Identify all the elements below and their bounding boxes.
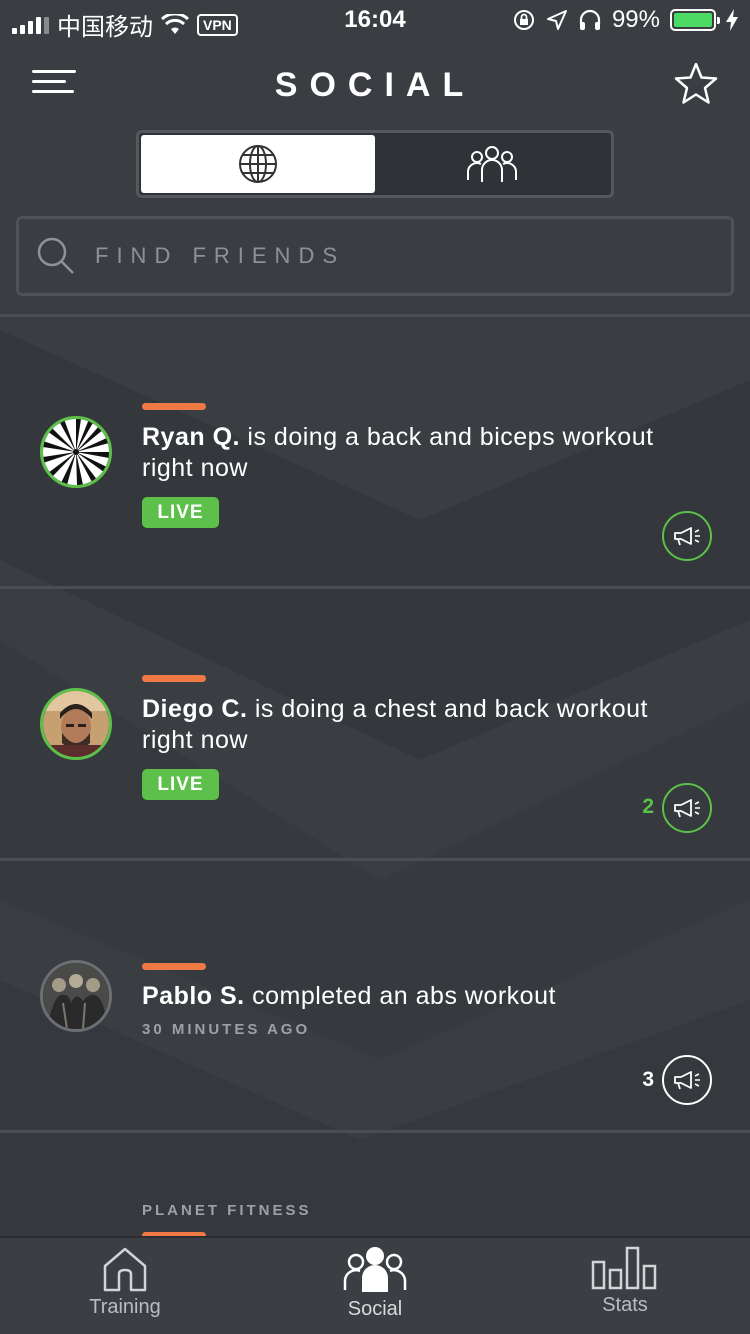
home-icon: [103, 1247, 147, 1292]
tab-friends[interactable]: [375, 135, 609, 193]
search-bar: [16, 216, 734, 296]
tab-stats[interactable]: Stats: [500, 1238, 750, 1334]
social-group-icon: [343, 1247, 407, 1292]
activity-text: completed an abs workout: [244, 982, 556, 1010]
user-name[interactable]: Pablo S.: [142, 982, 245, 1010]
tab-label: Stats: [602, 1294, 648, 1316]
header: SOCIAL: [0, 50, 750, 120]
accent-bar: [142, 963, 206, 970]
timestamp: 30 MINUTES AGO: [142, 1021, 311, 1038]
battery-percent: 99%: [611, 6, 660, 33]
hype-button[interactable]: [662, 783, 712, 833]
live-badge: LIVE: [142, 497, 219, 528]
tab-label: Training: [89, 1296, 161, 1318]
location-icon: [546, 10, 567, 30]
megaphone-icon: [674, 799, 700, 818]
tab-global[interactable]: [141, 135, 375, 193]
user-name[interactable]: Diego C.: [142, 695, 247, 723]
status-bar: 中国移动 VPN 16:04 99%: [0, 0, 750, 41]
page-title: SOCIAL: [274, 66, 476, 104]
avatar-image: [43, 963, 109, 1029]
hype-count: 3: [642, 1068, 654, 1091]
charging-icon: [726, 9, 738, 31]
feed-scope-segmented-control: [136, 130, 614, 198]
hype-button[interactable]: [662, 1055, 712, 1105]
battery-icon: [670, 9, 720, 31]
section-label: PLANET FITNESS: [142, 1202, 312, 1219]
feed-text: Diego C. is doing a chest and back worko…: [142, 694, 702, 756]
megaphone-icon: [674, 527, 700, 546]
tab-social[interactable]: Social: [250, 1238, 500, 1334]
tab-bar: Training Social Stats: [0, 1236, 750, 1334]
live-badge: LIVE: [142, 769, 219, 800]
hype-count: 2: [642, 795, 654, 818]
accent-bar: [142, 403, 206, 410]
feed-text: Pablo S. completed an abs workout: [142, 981, 702, 1012]
avatar[interactable]: [40, 416, 112, 488]
group-icon: [467, 146, 517, 182]
feed-item[interactable]: Ryan Q. is doing a back and biceps worko…: [0, 317, 750, 587]
star-icon[interactable]: [672, 60, 720, 108]
globe-icon: [239, 145, 277, 183]
feed-item[interactable]: Diego C. is doing a chest and back worko…: [0, 589, 750, 859]
megaphone-icon: [674, 1071, 700, 1090]
divider: [0, 1130, 750, 1133]
feed-text: Ryan Q. is doing a back and biceps worko…: [142, 422, 702, 484]
user-name[interactable]: Ryan Q.: [142, 423, 240, 451]
avatar-image: [43, 691, 109, 757]
bar-chart-icon: [591, 1246, 657, 1290]
feed-item[interactable]: Pablo S. completed an abs workout 30 MIN…: [0, 861, 750, 1131]
tab-training[interactable]: Training: [0, 1238, 250, 1334]
search-icon: [37, 237, 74, 274]
tab-label: Social: [347, 1298, 403, 1320]
orientation-lock-icon: [513, 10, 534, 30]
hype-button[interactable]: [662, 511, 712, 561]
avatar[interactable]: [40, 960, 112, 1032]
avatar-image: [43, 419, 109, 485]
search-input[interactable]: [95, 243, 675, 269]
avatar[interactable]: [40, 688, 112, 760]
accent-bar: [142, 675, 206, 682]
headphones-icon: [579, 9, 601, 30]
